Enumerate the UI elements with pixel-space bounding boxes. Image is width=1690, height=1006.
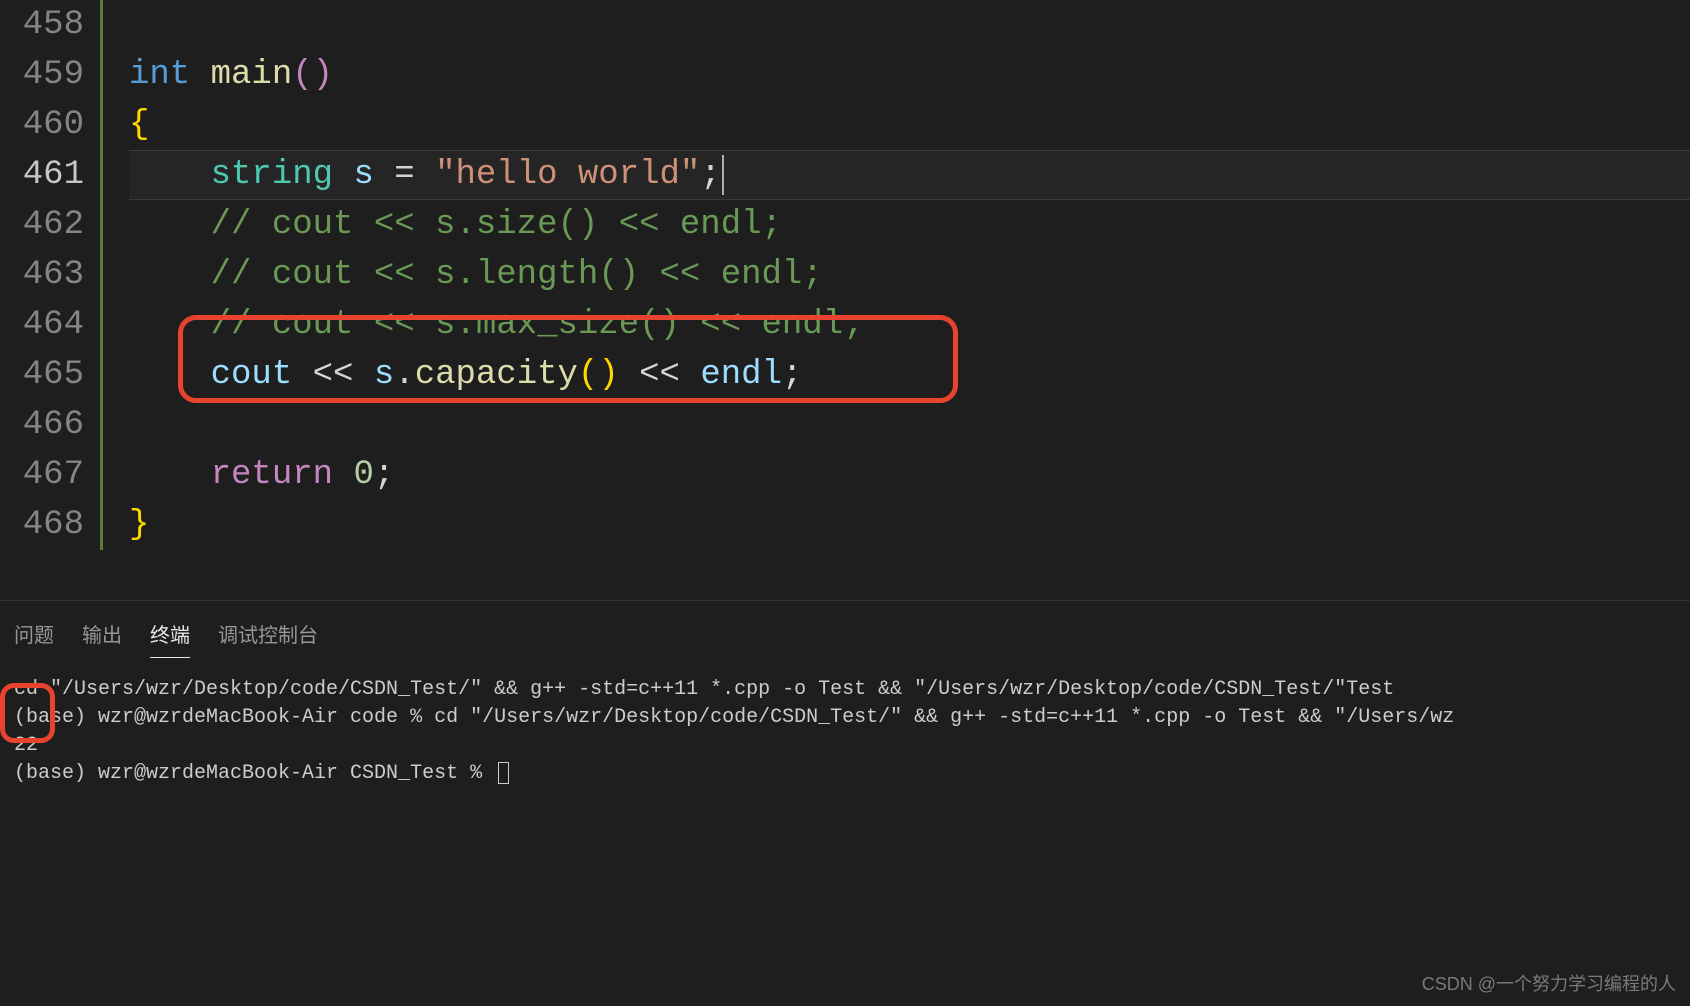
- line-number: 463: [0, 250, 84, 300]
- code-line[interactable]: string s = "hello world";: [129, 150, 1690, 200]
- tab-output[interactable]: 输出: [82, 619, 122, 658]
- text-cursor: [722, 155, 724, 195]
- code-content[interactable]: int main(){ string s = "hello world"; //…: [105, 0, 1690, 550]
- line-number: 462: [0, 200, 84, 250]
- line-number: 467: [0, 450, 84, 500]
- code-line[interactable]: int main(): [129, 50, 1690, 100]
- code-line[interactable]: [129, 0, 1690, 50]
- watermark: CSDN @一个努力学习编程的人: [1422, 970, 1676, 996]
- tab-problems[interactable]: 问题: [14, 619, 54, 658]
- tab-debug-console[interactable]: 调试控制台: [218, 619, 318, 658]
- terminal-output[interactable]: cd "/Users/wzr/Desktop/code/CSDN_Test/" …: [0, 666, 1690, 798]
- code-line[interactable]: // cout << s.length() << endl;: [129, 250, 1690, 300]
- code-line[interactable]: }: [129, 500, 1690, 550]
- code-line[interactable]: cout << s.capacity() << endl;: [129, 350, 1690, 400]
- code-line[interactable]: {: [129, 100, 1690, 150]
- code-line[interactable]: return 0;: [129, 450, 1690, 500]
- line-number: 459: [0, 50, 84, 100]
- line-number: 465: [0, 350, 84, 400]
- line-number: 458: [0, 0, 84, 50]
- terminal-line: (base) wzr@wzrdeMacBook-Air CSDN_Test %: [14, 760, 1676, 788]
- code-editor[interactable]: 458459460461462463464465466467468 int ma…: [0, 0, 1690, 600]
- code-line[interactable]: [129, 400, 1690, 450]
- bottom-panel: 问题 输出 终端 调试控制台 cd "/Users/wzr/Desktop/co…: [0, 600, 1690, 1006]
- tab-terminal[interactable]: 终端: [150, 619, 190, 658]
- line-number: 460: [0, 100, 84, 150]
- code-line[interactable]: // cout << s.size() << endl;: [129, 200, 1690, 250]
- code-line[interactable]: // cout << s.max_size() << endl;: [129, 300, 1690, 350]
- line-number: 461: [0, 150, 84, 200]
- terminal-line: 22: [14, 732, 1676, 760]
- line-number: 468: [0, 500, 84, 550]
- terminal-cursor: [498, 762, 509, 784]
- terminal-line: (base) wzr@wzrdeMacBook-Air code % cd "/…: [14, 704, 1676, 732]
- line-number: 466: [0, 400, 84, 450]
- line-number-gutter: 458459460461462463464465466467468: [0, 0, 100, 550]
- terminal-line: cd "/Users/wzr/Desktop/code/CSDN_Test/" …: [14, 676, 1676, 704]
- line-number: 464: [0, 300, 84, 350]
- panel-tabs: 问题 输出 终端 调试控制台: [0, 601, 1690, 666]
